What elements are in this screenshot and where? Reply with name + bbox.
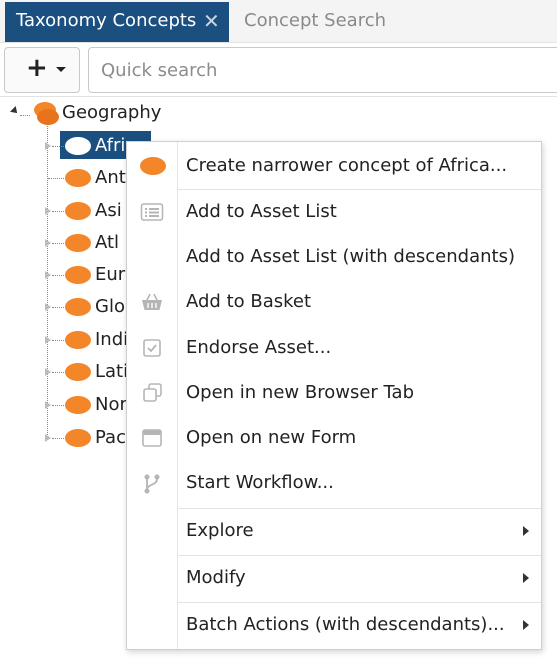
tree-node[interactable]: Eur (95, 264, 125, 286)
basket-icon (140, 292, 164, 312)
menu-item-add-to-asset-list-descendants[interactable]: Add to Asset List (with descendants) (127, 235, 541, 279)
chevron-down-icon (56, 67, 66, 72)
tree-node-geography[interactable]: Geography (62, 102, 161, 124)
tree-connector (48, 178, 64, 179)
concept-icon (65, 396, 91, 414)
concept-icon (65, 363, 91, 381)
expand-toggle-icon[interactable] (45, 368, 51, 376)
menu-item-open-new-form[interactable]: Open on new Form (127, 416, 541, 460)
context-menu: Create narrower concept of Africa... Add… (126, 141, 542, 650)
menu-item-add-to-basket[interactable]: Add to Basket (127, 280, 541, 324)
concept-icon (65, 429, 91, 447)
concept-icon (65, 169, 91, 187)
menu-item-endorse-asset[interactable]: Endorse Asset... (127, 326, 541, 370)
window-icon (140, 428, 164, 448)
tree-connector (52, 372, 64, 373)
tree-connector (52, 275, 64, 276)
tree-node[interactable]: Nor (95, 394, 127, 416)
menu-item-batch-actions[interactable]: Batch Actions (with descendants)... (127, 603, 541, 647)
menu-item-label: Start Workflow... (186, 472, 334, 493)
tree-connector (20, 115, 30, 116)
quick-search-input[interactable] (88, 47, 557, 93)
expand-toggle-icon[interactable] (45, 336, 51, 344)
submenu-arrow-icon (523, 573, 529, 583)
concept-icon (65, 298, 91, 316)
expand-toggle-icon[interactable] (45, 271, 51, 279)
tree-connector (52, 211, 64, 212)
tree-connector (52, 340, 64, 341)
tree-node[interactable]: Lati (95, 361, 128, 383)
expand-toggle-icon[interactable] (45, 303, 51, 311)
menu-item-create-narrower-concept[interactable]: Create narrower concept of Africa... (127, 144, 541, 188)
menu-item-label: Modify (186, 567, 246, 588)
menu-item-label: Add to Asset List (186, 201, 337, 222)
copy-tab-icon (140, 383, 164, 403)
menu-item-start-workflow[interactable]: Start Workflow... (127, 461, 541, 505)
tree-node[interactable]: Ant (95, 167, 126, 189)
tab-label: Concept Search (244, 10, 387, 31)
menu-item-open-browser-tab[interactable]: Open in new Browser Tab (127, 371, 541, 415)
tree-connector (52, 405, 64, 406)
submenu-arrow-icon (523, 526, 529, 536)
tree-connector (52, 438, 64, 439)
concept-scheme-icon (37, 109, 59, 125)
tree-connector (52, 243, 64, 244)
expand-toggle-icon[interactable] (45, 207, 51, 215)
menu-item-label: Create narrower concept of Africa... (186, 155, 508, 176)
tree-node[interactable]: Indi (95, 329, 128, 351)
menu-item-label: Open in new Browser Tab (186, 382, 414, 403)
expand-toggle-icon[interactable] (45, 239, 51, 247)
expand-toggle-icon[interactable] (45, 401, 51, 409)
menu-item-explore[interactable]: Explore (127, 509, 541, 553)
concept-icon (65, 137, 91, 155)
menu-item-label: Endorse Asset... (186, 337, 332, 358)
tab-label: Taxonomy Concepts (16, 10, 197, 31)
checkbox-icon (140, 338, 164, 358)
concept-icon (65, 266, 91, 284)
menu-item-label: Explore (186, 520, 254, 541)
expand-toggle-icon[interactable] (45, 142, 51, 150)
tab-concept-search[interactable]: Concept Search (244, 2, 386, 42)
concept-icon (65, 234, 91, 252)
menu-item-label: Open on new Form (186, 427, 357, 448)
concept-oval-icon (140, 156, 166, 176)
tree-node[interactable]: Atl (95, 232, 119, 254)
tree-connector (52, 146, 64, 147)
workflow-branch-icon (140, 473, 164, 494)
list-icon (140, 202, 164, 222)
tree-node[interactable]: Asi (95, 200, 122, 222)
add-button[interactable]: + (4, 47, 80, 93)
tree-connector (52, 307, 64, 308)
expand-toggle-icon[interactable] (45, 434, 51, 442)
tree-node[interactable]: Glo (95, 296, 125, 318)
concept-icon (65, 202, 91, 220)
plus-icon: + (26, 53, 48, 83)
menu-item-label: Add to Basket (186, 291, 312, 312)
menu-item-add-to-asset-list[interactable]: Add to Asset List (127, 190, 541, 234)
tree-connector (47, 123, 48, 439)
menu-item-label: Batch Actions (with descendants)... (186, 614, 505, 635)
menu-item-label: Add to Asset List (with descendants) (186, 246, 515, 267)
tab-bar: Taxonomy Concepts ✕ Concept Search (0, 0, 557, 43)
tab-taxonomy-concepts[interactable]: Taxonomy Concepts ✕ (5, 2, 229, 42)
close-icon[interactable]: ✕ (203, 2, 220, 40)
menu-item-modify[interactable]: Modify (127, 556, 541, 600)
submenu-arrow-icon (523, 620, 529, 630)
concept-icon (65, 331, 91, 349)
tree-node[interactable]: Pac (95, 427, 126, 449)
collapse-toggle-icon[interactable] (10, 106, 20, 116)
